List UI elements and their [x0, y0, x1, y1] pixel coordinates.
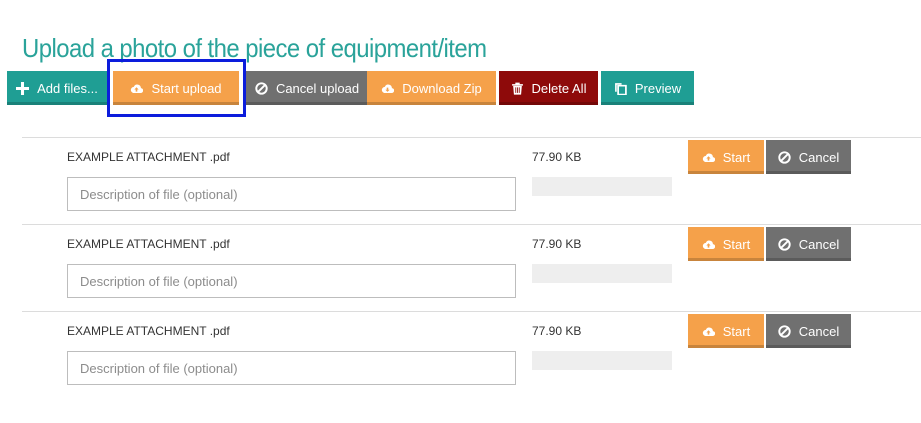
file-row: EXAMPLE ATTACHMENT .pdf 77.90 KB Start C…	[0, 227, 921, 323]
file-row: EXAMPLE ATTACHMENT .pdf 77.90 KB Start C…	[0, 140, 921, 236]
delete-all-label: Delete All	[531, 80, 587, 96]
trash-icon	[511, 82, 523, 95]
download-zip-label: Download Zip	[402, 80, 482, 96]
file-start-label: Start	[722, 149, 751, 165]
add-files-button[interactable]: Add files...	[7, 71, 107, 105]
start-upload-label: Start upload	[151, 80, 222, 96]
file-progress-bar	[532, 264, 672, 283]
file-start-button[interactable]: Start	[688, 140, 764, 174]
ban-icon	[778, 237, 791, 251]
cancel-upload-button[interactable]: Cancel upload	[243, 71, 371, 105]
file-size: 77.90 KB	[532, 237, 582, 251]
cloud-upload-icon	[702, 240, 715, 249]
file-cancel-button[interactable]: Cancel	[766, 227, 851, 261]
page-title: Upload a photo of the piece of equipment…	[22, 33, 487, 63]
plus-icon	[16, 81, 30, 95]
ban-icon	[778, 324, 791, 338]
add-files-label: Add files...	[37, 80, 98, 96]
copy-icon	[614, 82, 627, 95]
file-description-input[interactable]	[67, 177, 516, 211]
file-start-button[interactable]: Start	[688, 227, 764, 261]
file-cancel-label: Cancel	[798, 149, 840, 165]
cancel-upload-label: Cancel upload	[275, 80, 360, 96]
file-name: EXAMPLE ATTACHMENT .pdf	[67, 150, 230, 164]
file-row: EXAMPLE ATTACHMENT .pdf 77.90 KB Start C…	[0, 314, 921, 410]
file-cancel-button[interactable]: Cancel	[766, 140, 851, 174]
file-start-button[interactable]: Start	[688, 314, 764, 348]
file-size: 77.90 KB	[532, 324, 582, 338]
cloud-download-icon	[382, 84, 395, 93]
download-zip-button[interactable]: Download Zip	[367, 71, 496, 105]
ban-icon	[255, 81, 268, 95]
start-upload-button[interactable]: Start upload	[113, 71, 239, 105]
cloud-upload-icon	[131, 84, 144, 93]
cloud-upload-icon	[702, 153, 715, 162]
cloud-upload-icon	[702, 327, 715, 336]
file-size: 77.90 KB	[532, 150, 582, 164]
divider	[22, 137, 921, 138]
ban-icon	[778, 150, 791, 164]
file-start-label: Start	[722, 323, 751, 339]
file-start-label: Start	[722, 236, 751, 252]
file-description-input[interactable]	[67, 351, 516, 385]
file-progress-bar	[532, 351, 672, 370]
file-cancel-button[interactable]: Cancel	[766, 314, 851, 348]
preview-label: Preview	[634, 80, 682, 96]
file-description-input[interactable]	[67, 264, 516, 298]
file-name: EXAMPLE ATTACHMENT .pdf	[67, 324, 230, 338]
file-cancel-label: Cancel	[798, 236, 840, 252]
delete-all-button[interactable]: Delete All	[499, 71, 598, 105]
file-name: EXAMPLE ATTACHMENT .pdf	[67, 237, 230, 251]
file-progress-bar	[532, 177, 672, 196]
file-cancel-label: Cancel	[798, 323, 840, 339]
preview-button[interactable]: Preview	[601, 71, 694, 105]
